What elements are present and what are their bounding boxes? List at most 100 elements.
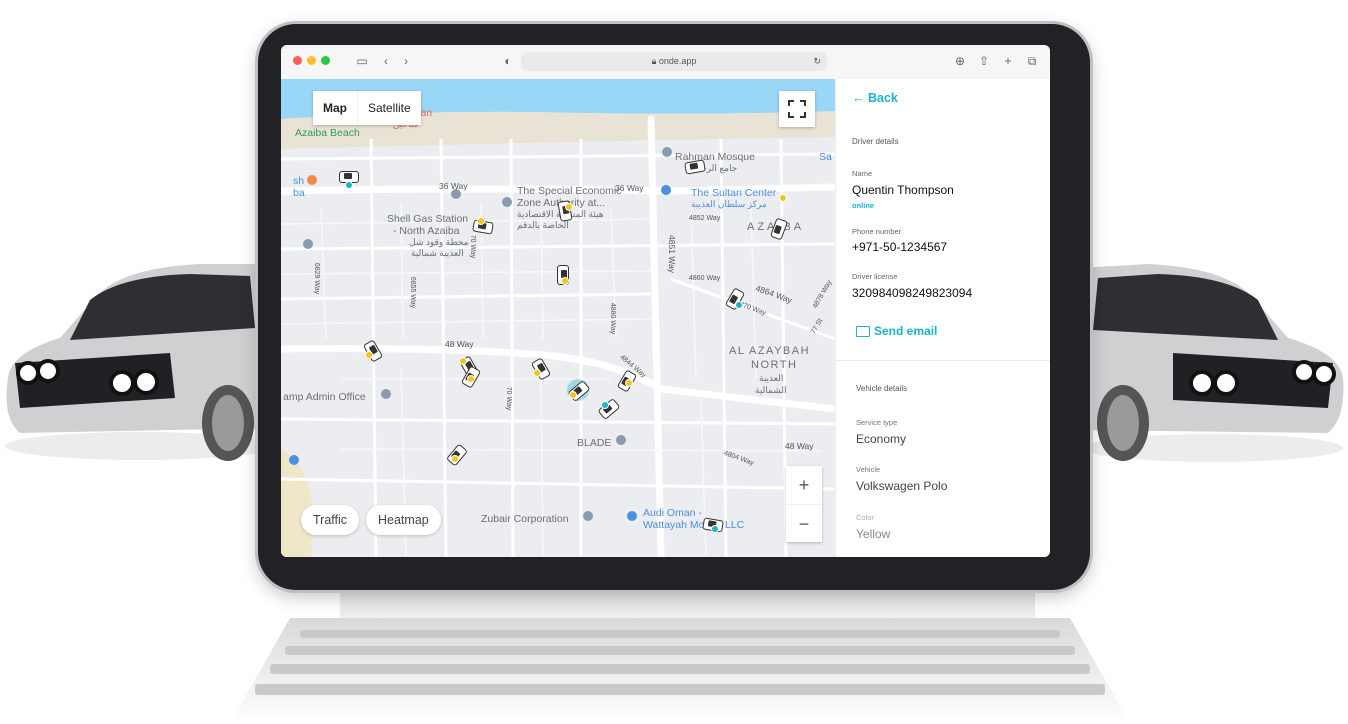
status-dot bbox=[565, 203, 573, 211]
new-tab-icon[interactable]: + bbox=[1001, 54, 1015, 68]
zoom-in-button[interactable]: + bbox=[786, 466, 822, 505]
map-label: amp Admin Office bbox=[283, 391, 366, 403]
back-button[interactable]: ← Back bbox=[852, 91, 898, 105]
status-dot bbox=[365, 351, 373, 359]
keyboard bbox=[230, 618, 1130, 724]
road-label: 70 Way bbox=[505, 386, 513, 411]
driver-name: Quentin Thompson bbox=[852, 183, 954, 197]
map-label: Azaiba Beach bbox=[295, 127, 360, 139]
poi-pin-icon[interactable] bbox=[289, 455, 299, 465]
status-dot bbox=[561, 277, 569, 285]
poi-pin-icon[interactable] bbox=[616, 435, 626, 445]
download-icon[interactable]: ⊕ bbox=[953, 54, 967, 68]
divider bbox=[836, 360, 1050, 361]
road-label: 48 Way bbox=[785, 441, 814, 451]
zoom-out-button[interactable]: − bbox=[786, 505, 822, 543]
poi-pin-icon[interactable] bbox=[303, 239, 313, 249]
license-value: 320984098249823094 bbox=[852, 286, 973, 300]
vehicle-label: Vehicle bbox=[856, 465, 881, 474]
phone-value: +971-50-1234567 bbox=[852, 240, 948, 254]
map-label: ba bbox=[293, 187, 305, 199]
map-tab[interactable]: Map bbox=[313, 91, 357, 125]
status-dot bbox=[569, 391, 577, 399]
status-dot bbox=[345, 181, 353, 189]
poi-pin-icon[interactable] bbox=[502, 197, 512, 207]
decorative-car-right bbox=[1078, 264, 1344, 462]
vehicle-section-title: Vehicle details bbox=[856, 384, 908, 393]
browser-toolbar: ▭ ‹ › ◐ 🔒︎ onde.app ↻ ⊕ ⇧ + ⧉ bbox=[281, 45, 1050, 80]
map-label: The Sultan Center bbox=[691, 187, 777, 199]
map-label: الشمالية bbox=[755, 385, 787, 395]
map-label: مركز سلطان العذيبة bbox=[691, 199, 767, 209]
poi-pin-icon[interactable] bbox=[307, 175, 317, 185]
poi-pin-icon[interactable] bbox=[661, 185, 671, 195]
status-dot bbox=[601, 401, 609, 409]
close-window-button[interactable] bbox=[293, 56, 302, 65]
zoom-control: + − bbox=[786, 466, 822, 542]
sidebar-icon[interactable]: ▭ bbox=[355, 54, 369, 68]
status-dot bbox=[533, 369, 541, 377]
road-label: 6855 Way bbox=[409, 276, 417, 309]
share-icon[interactable]: ⇧ bbox=[977, 54, 991, 68]
map-label: Audi Oman - bbox=[643, 507, 702, 519]
road-label: 4851 Way bbox=[666, 235, 677, 273]
status-dot bbox=[779, 194, 787, 202]
map-label: Sa bbox=[819, 151, 832, 163]
road-label: 70 Way bbox=[469, 234, 477, 259]
status-dot bbox=[625, 379, 633, 387]
poi-pin-icon[interactable] bbox=[662, 147, 672, 157]
address-bar[interactable]: 🔒︎ onde.app ↻ bbox=[521, 52, 827, 71]
status-dot bbox=[477, 217, 485, 225]
minimize-window-button[interactable] bbox=[307, 56, 316, 65]
service-type-value: Economy bbox=[856, 432, 907, 446]
status-dot bbox=[467, 375, 475, 383]
back-label: Back bbox=[867, 91, 898, 105]
reload-icon[interactable]: ↻ bbox=[813, 52, 821, 71]
map-label: Shell Gas Station bbox=[387, 213, 469, 225]
browser-window: ▭ ‹ › ◐ 🔒︎ onde.app ↻ ⊕ ⇧ + ⧉ Azaiba Bea… bbox=[281, 45, 1050, 557]
fullscreen-icon bbox=[788, 100, 806, 118]
road-label: 4880 Way bbox=[609, 302, 617, 335]
send-email-label: Send email bbox=[874, 324, 938, 338]
map-label: The Special Economic bbox=[517, 185, 622, 197]
fullscreen-button[interactable] bbox=[779, 91, 815, 127]
map-label: العذيبة bbox=[759, 373, 784, 383]
map-label: العذيبة شمالية bbox=[411, 248, 464, 258]
heatmap-button[interactable]: Heatmap bbox=[366, 505, 441, 535]
back-nav-icon[interactable]: ‹ bbox=[379, 54, 393, 68]
name-label: Name bbox=[852, 169, 873, 178]
poi-pin-icon[interactable] bbox=[583, 511, 593, 521]
decorative-car-left bbox=[5, 264, 275, 461]
map-label: AL AZAYBAH bbox=[729, 345, 811, 357]
map-label: Zubair Corporation bbox=[481, 513, 569, 525]
poi-pin-icon[interactable] bbox=[627, 511, 637, 521]
map-view[interactable]: najeen Oman ڤناخين Azaiba Beach 36 Way 3… bbox=[281, 79, 835, 557]
map-label: محطة وقود شل bbox=[409, 237, 469, 247]
details-panel: ← Back Driver details Name Quentin Thomp… bbox=[835, 79, 1050, 557]
map-type-toggle: Map Satellite bbox=[313, 91, 421, 125]
road-label: 4852 Way bbox=[689, 215, 721, 222]
driver-section-title: Driver details bbox=[852, 137, 899, 146]
map-label: - North Azaiba bbox=[393, 225, 460, 237]
url-text: onde.app bbox=[658, 56, 697, 66]
poi-pin-icon[interactable] bbox=[451, 189, 461, 199]
satellite-tab[interactable]: Satellite bbox=[357, 91, 421, 125]
status-dot bbox=[459, 357, 467, 365]
map-label: sh bbox=[293, 175, 305, 187]
tabs-overview-icon[interactable]: ⧉ bbox=[1025, 54, 1039, 68]
color-label: Color bbox=[856, 513, 874, 522]
phone-label: Phone number bbox=[852, 227, 902, 236]
arrow-left-icon: ← bbox=[852, 91, 865, 105]
zoom-window-button[interactable] bbox=[321, 56, 330, 65]
road-label: 4860 Way bbox=[689, 275, 721, 282]
vehicle-value: Volkswagen Polo bbox=[856, 479, 948, 493]
license-label: Driver license bbox=[852, 272, 898, 281]
privacy-shield-icon: ◐ bbox=[504, 54, 512, 68]
traffic-button[interactable]: Traffic bbox=[301, 505, 360, 535]
map-label: Wattayah Motors LLC bbox=[643, 519, 745, 531]
send-email-button[interactable]: Send email bbox=[856, 324, 937, 338]
mail-icon bbox=[856, 326, 870, 338]
status-dot bbox=[735, 301, 743, 309]
forward-nav-icon[interactable]: › bbox=[399, 54, 413, 68]
poi-pin-icon[interactable] bbox=[381, 389, 391, 399]
